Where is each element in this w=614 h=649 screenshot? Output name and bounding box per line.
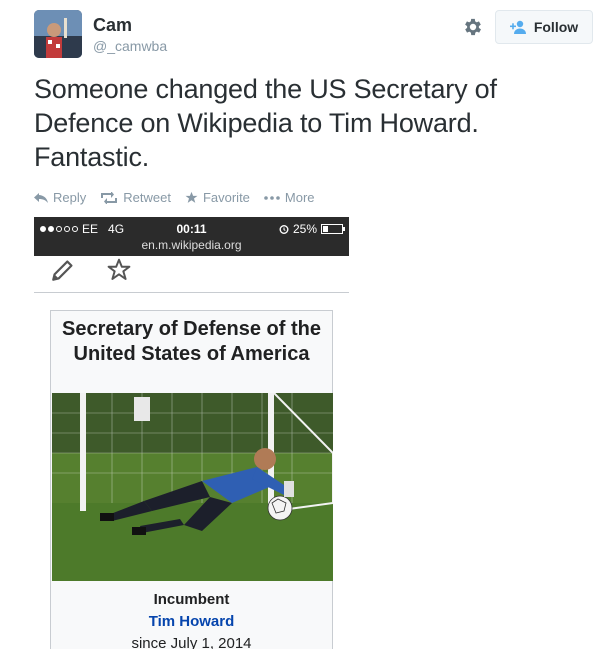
add-user-icon xyxy=(509,20,526,34)
wiki-toolbar xyxy=(34,256,349,293)
infobox-title: Secretary of Defense of the United State… xyxy=(62,318,321,365)
tweet-actions: Reply Retweet Favorite More xyxy=(34,190,315,205)
incumbent-label: Incumbent xyxy=(153,591,230,608)
reply-button[interactable]: Reply xyxy=(34,190,86,205)
more-icon xyxy=(264,195,280,200)
user-name[interactable]: Cam xyxy=(93,15,132,36)
url-bar: en.m.wikipedia.org xyxy=(141,238,242,252)
reply-label: Reply xyxy=(53,190,87,205)
user-handle[interactable]: @_camwba xyxy=(93,38,167,54)
watch-star-icon[interactable] xyxy=(106,257,132,283)
follow-label: Follow xyxy=(533,19,579,35)
retweet-button[interactable]: Retweet xyxy=(100,190,171,205)
gear-icon[interactable] xyxy=(462,16,484,38)
more-label: More xyxy=(284,190,315,205)
since-date: since July 1, 2014 xyxy=(131,635,252,649)
incumbent-link[interactable]: Tim Howard xyxy=(51,613,332,630)
avatar[interactable] xyxy=(34,10,82,58)
favorite-button[interactable]: Favorite xyxy=(185,190,250,205)
retweet-icon xyxy=(101,191,118,204)
tweet-text: Someone changed the US Secretary of Defe… xyxy=(34,74,497,172)
phone-status-bar: EE 4G 00:11 25% en.m.wikipedia.org xyxy=(34,217,349,256)
more-button[interactable]: More xyxy=(264,190,315,205)
attached-photo[interactable]: EE 4G 00:11 25% en.m.wikipedia.org Secre… xyxy=(34,217,349,649)
pencil-icon[interactable] xyxy=(50,257,76,283)
follow-button[interactable]: Follow xyxy=(495,10,593,44)
star-icon xyxy=(185,191,198,203)
wiki-infobox: Secretary of Defense of the United State… xyxy=(50,310,333,649)
reply-icon xyxy=(34,192,48,203)
favorite-label: Favorite xyxy=(202,190,250,205)
retweet-label: Retweet xyxy=(123,190,171,205)
battery-icon xyxy=(321,224,345,234)
goalkeeper-photo xyxy=(52,393,333,581)
alarm-icon xyxy=(279,225,289,234)
battery-percent: 25% xyxy=(292,222,317,236)
